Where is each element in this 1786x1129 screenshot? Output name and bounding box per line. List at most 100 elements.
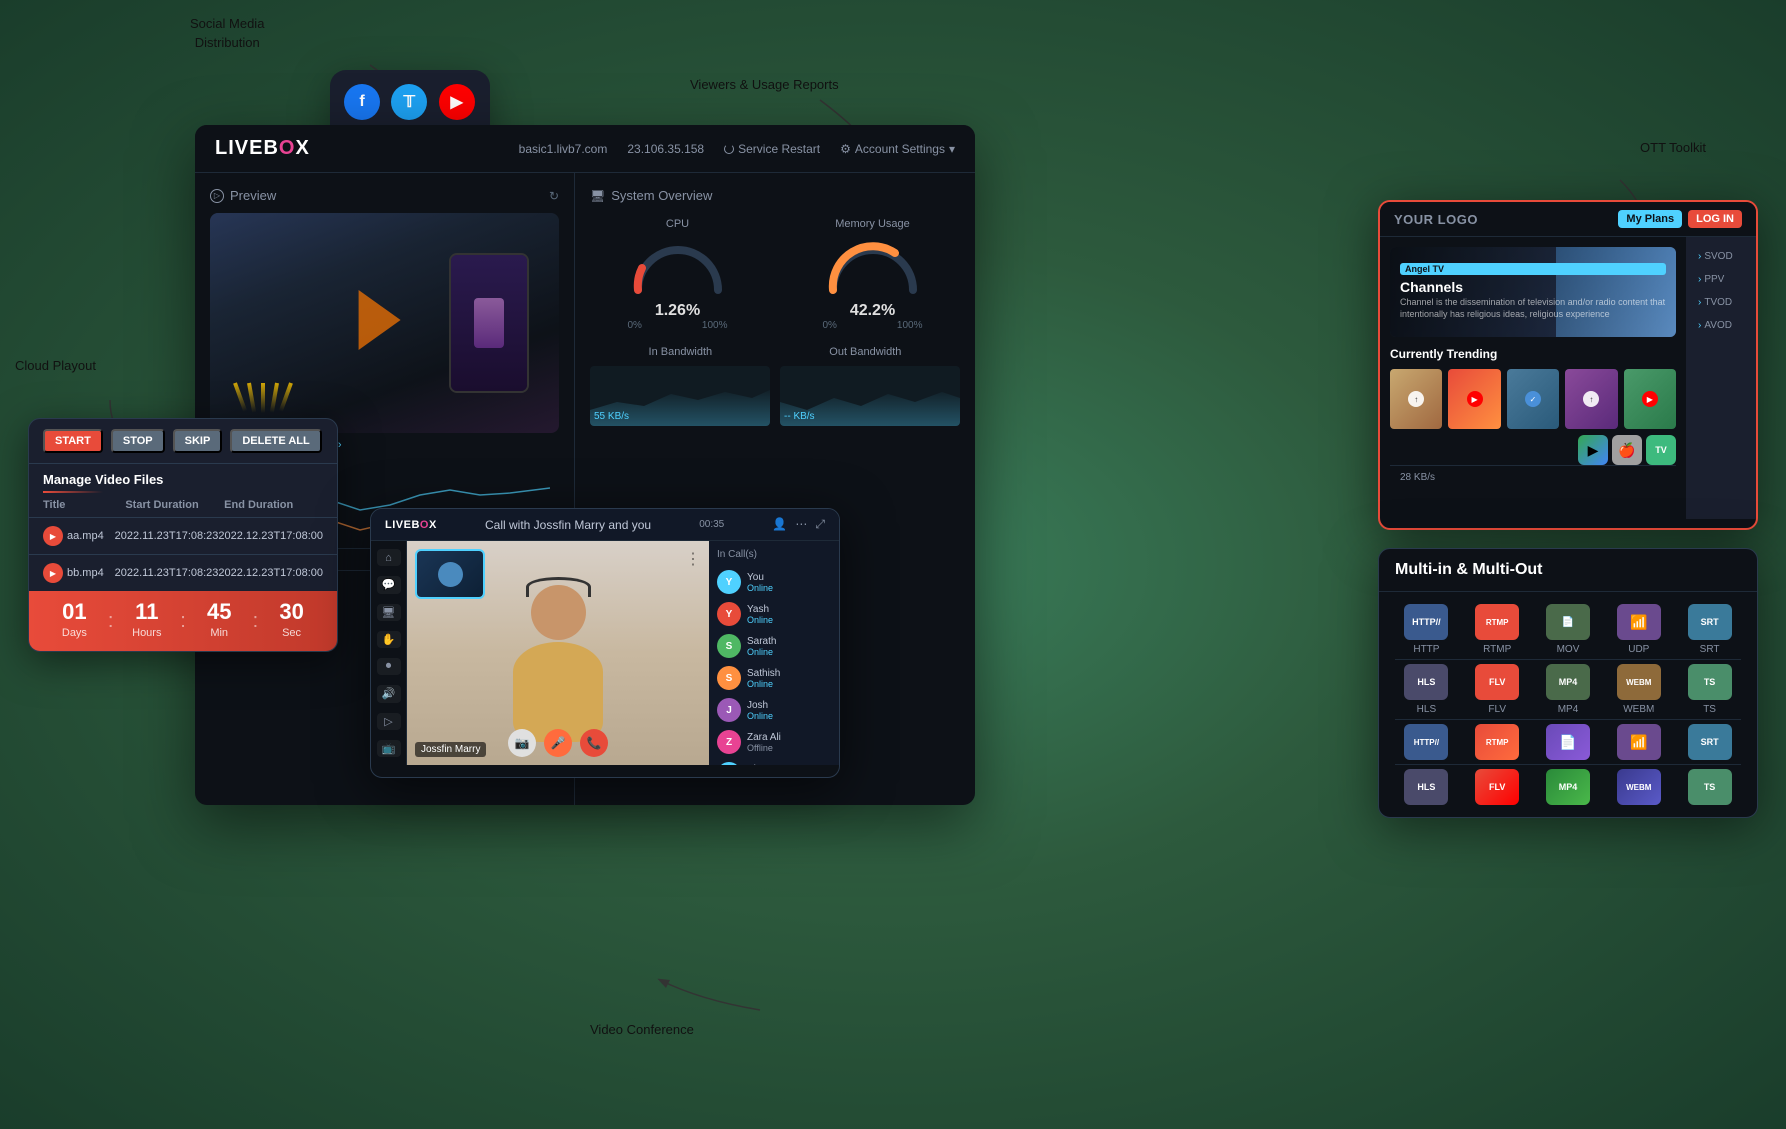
multi-http: HTTP// HTTP xyxy=(1395,604,1458,655)
facebook-icon[interactable]: f xyxy=(344,84,380,120)
vc-hand-icon[interactable]: ✋ xyxy=(377,631,401,648)
vc-end-call-btn[interactable]: 📞 xyxy=(580,729,608,757)
file-1-end: 2022.12.23T17:08:00 xyxy=(218,530,323,542)
flv-label: FLV xyxy=(1488,704,1506,715)
gauges-row: CPU 1.26% 0% 100% Memory Usage xyxy=(590,218,960,331)
file-2-end: 2022.12.23T17:08:00 xyxy=(218,567,323,579)
livebox-logo: LIVEBOX xyxy=(215,137,310,160)
playout-skip-btn[interactable]: SKIP xyxy=(173,429,223,453)
annotation-ott: OTT Toolkit xyxy=(1640,138,1706,157)
countdown-sep-2: : xyxy=(178,601,188,641)
account-settings-btn[interactable]: ⚙ Account Settings ▾ xyxy=(840,142,955,156)
app-store-btn[interactable]: 🍎 xyxy=(1612,435,1642,465)
http-label: HTTP xyxy=(1413,644,1439,655)
twitter-icon[interactable]: 𝕋 xyxy=(391,84,427,120)
hls-label: HLS xyxy=(1417,704,1436,715)
service-restart-label: Service Restart xyxy=(738,142,820,156)
bandwidth-section: In Bandwidth Out Bandwidth 55 KB/s -- KB… xyxy=(590,346,960,426)
vc-participant-you: Y You Online xyxy=(717,566,831,598)
annotation-video-conf: Video Conference xyxy=(590,1020,694,1039)
vc-self-preview xyxy=(415,549,485,599)
cpu-min: 0% xyxy=(628,320,642,331)
part-info-you: You Online xyxy=(747,572,831,593)
vc-settings-icon[interactable]: ⋯ xyxy=(795,517,807,532)
vc-more-icon[interactable]: ⋮ xyxy=(685,549,701,569)
phone-preview xyxy=(449,253,529,393)
multi-grid-row2: HLS HLS FLV FLV MP4 MP4 WEBM WEBM TS TS xyxy=(1379,660,1757,719)
playout-stop-btn[interactable]: STOP xyxy=(111,429,165,453)
memory-label: Memory Usage xyxy=(785,218,960,230)
vc-participant-yash: Y Yash Online xyxy=(717,598,831,630)
file-1-title: aa.mp4 xyxy=(67,530,104,542)
multi-mp4-v2: MP4 xyxy=(1537,769,1600,805)
cpu-gauge: CPU 1.26% 0% 100% xyxy=(590,218,765,331)
rtmp-label: RTMP xyxy=(1483,644,1511,655)
part-status-josh: Online xyxy=(747,711,831,721)
thumb-4-icon: ↑ xyxy=(1583,391,1599,407)
vc-participant-zara: Z Zara Ali Offline xyxy=(717,726,831,758)
vc-sound-icon[interactable]: 🔊 xyxy=(377,685,401,702)
ott-hero-banner: Angel TV Channels Channel is the dissemi… xyxy=(1390,247,1676,337)
ott-nav-ppv[interactable]: PPV xyxy=(1692,270,1750,289)
webm-icon: WEBM xyxy=(1617,664,1661,700)
annotation-video-conf-text: Video Conference xyxy=(590,1022,694,1037)
person-body xyxy=(513,642,603,742)
preview-refresh[interactable]: ↻ xyxy=(549,189,559,203)
file-2-title: bb.mp4 xyxy=(67,567,104,579)
ott-plans-btn[interactable]: My Plans xyxy=(1618,210,1682,228)
ott-thumb-2[interactable]: ▶ xyxy=(1448,369,1500,429)
vc-video-btn[interactable]: 📷 xyxy=(508,729,536,757)
file-1-icon: ▶ xyxy=(43,526,63,546)
vc-expand-icon[interactable]: ⤢ xyxy=(815,517,825,532)
playout-row-1: ▶ aa.mp4 2022.11.23T17:08:23 2022.12.23T… xyxy=(29,517,337,554)
vc-participants-panel: In Call(s) Y You Online Y Yash Online S … xyxy=(709,541,839,765)
vc-participant-josh: J Josh Online xyxy=(717,694,831,726)
annotation-viewers-text: Viewers & Usage Reports xyxy=(690,77,839,92)
vc-chat-icon[interactable]: 💬 xyxy=(377,576,401,593)
vc-participants-title: In Call(s) xyxy=(717,549,831,560)
col-end: End Duration xyxy=(224,499,323,511)
rtmp-icon: RTMP xyxy=(1475,604,1519,640)
youtube-icon[interactable]: ▶ xyxy=(439,84,475,120)
http-v2-icon: HTTP// xyxy=(1404,724,1448,760)
service-restart-btn[interactable]: Service Restart xyxy=(724,142,820,156)
playout-delete-btn[interactable]: DELETE ALL xyxy=(230,429,321,453)
playout-start-btn[interactable]: START xyxy=(43,429,103,453)
ott-nav-svod[interactable]: SVOD xyxy=(1692,247,1750,266)
ott-thumbnails: ↑ ▶ ✓ ↑ ▶ xyxy=(1390,369,1676,429)
preview-title: ▷ Preview ↻ xyxy=(210,188,559,203)
avatar-you: Y xyxy=(717,570,741,594)
vc-participant-sarath: S Sarath Online xyxy=(717,630,831,662)
mov-label: MOV xyxy=(1557,644,1580,655)
col-title: Title xyxy=(43,499,125,511)
vc-user-icon[interactable]: 👤 xyxy=(772,517,787,532)
vc-share-icon[interactable]: ▷ xyxy=(377,713,401,730)
file-2-start: 2022.11.23T17:08:23 xyxy=(115,567,219,579)
ott-thumb-4[interactable]: ↑ xyxy=(1565,369,1617,429)
vc-monitor-icon[interactable]: 📺 xyxy=(377,740,401,757)
vc-home-icon[interactable]: ⌂ xyxy=(377,549,401,566)
ott-login-btn[interactable]: LOG IN xyxy=(1688,210,1742,228)
play-store-btn[interactable]: ▶ xyxy=(1578,435,1608,465)
ott-thumb-3[interactable]: ✓ xyxy=(1507,369,1559,429)
ott-thumb-1[interactable]: ↑ xyxy=(1390,369,1442,429)
ott-nav-avod[interactable]: AVOD xyxy=(1692,316,1750,335)
http-icon: HTTP// xyxy=(1404,604,1448,640)
ott-trending-title: Currently Trending xyxy=(1390,347,1676,361)
avatar-josh: J xyxy=(717,698,741,722)
android-tv-btn[interactable]: TV xyxy=(1646,435,1676,465)
vc-screen-icon[interactable]: 🖥 xyxy=(377,604,401,621)
thumb-3-icon: ✓ xyxy=(1525,391,1541,407)
ott-nav-tvod[interactable]: TVOD xyxy=(1692,293,1750,312)
multi-header: Multi-in & Multi-Out xyxy=(1379,549,1757,592)
vc-mic-btn[interactable]: 🎤 xyxy=(544,729,572,757)
vc-record-icon[interactable]: ⏺ xyxy=(377,658,401,675)
rtmp-v2-icon: RTMP xyxy=(1475,724,1519,760)
ts-v2-icon: TS xyxy=(1688,769,1732,805)
vc-logo-accent: O xyxy=(420,519,429,531)
ott-thumb-5[interactable]: ▶ xyxy=(1624,369,1676,429)
vc-sidebar: ⌂ 💬 🖥 ✋ ⏺ 🔊 ▷ 📺 xyxy=(371,541,407,765)
flv-icon: FLV xyxy=(1475,664,1519,700)
srt-v2-icon: SRT xyxy=(1688,724,1732,760)
multi-grid-row4: HLS FLV MP4 WEBM TS xyxy=(1379,765,1757,817)
